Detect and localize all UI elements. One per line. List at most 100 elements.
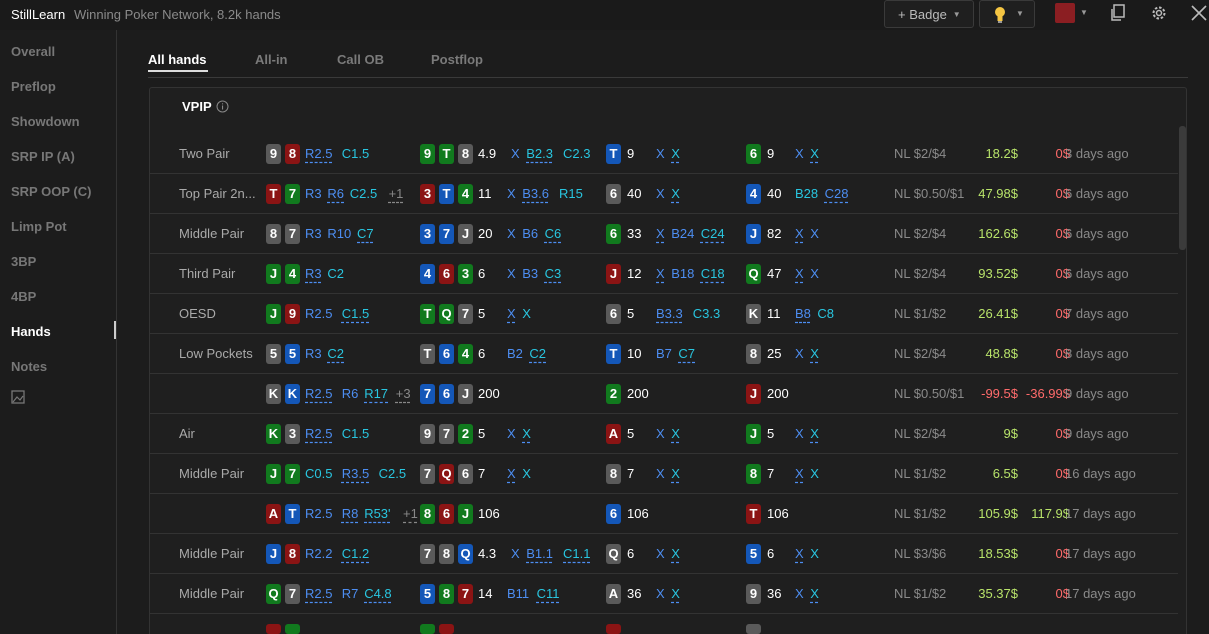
action-label[interactable]: R2.2 bbox=[305, 546, 332, 561]
action-label[interactable]: C18 bbox=[701, 266, 725, 281]
action-label[interactable]: X bbox=[511, 146, 520, 161]
action-label[interactable]: X bbox=[656, 186, 665, 201]
action-label[interactable]: B8 bbox=[795, 306, 811, 321]
action-label[interactable]: R2.5 bbox=[305, 586, 332, 601]
hand-row[interactable]: A T R2.5 R8 R53' +1 8 6 J 106 6 106 T 106 NL $1/$2 105.… bbox=[150, 494, 1178, 534]
action-label[interactable]: X bbox=[656, 426, 665, 441]
action-label[interactable]: X bbox=[671, 146, 680, 161]
action-label[interactable]: R7 bbox=[342, 586, 359, 601]
action-label[interactable]: C28 bbox=[825, 186, 849, 201]
tab-all-hands[interactable]: All hands bbox=[148, 52, 207, 67]
action-label[interactable]: X bbox=[507, 266, 516, 281]
hint-menu-button[interactable]: ▼ bbox=[979, 0, 1035, 28]
hand-row[interactable]: OESD J 9 R2.5 C1.5 T Q 7 5 X X 6 5 B3.3 C3.3 K 11 B8 C8 NL … bbox=[150, 294, 1178, 334]
action-label[interactable]: C2.3 bbox=[563, 146, 590, 161]
action-label[interactable]: X bbox=[795, 346, 804, 361]
action-label[interactable]: X bbox=[522, 306, 531, 321]
action-label[interactable]: X bbox=[795, 266, 804, 281]
action-label[interactable]: B2.3 bbox=[526, 146, 553, 161]
action-label[interactable]: R3 bbox=[305, 226, 322, 241]
sidebar-item-4bp[interactable]: 4BP bbox=[11, 289, 36, 304]
sidebar-item-limp-pot[interactable]: Limp Pot bbox=[11, 219, 67, 234]
more-actions-badge[interactable]: +1 bbox=[403, 506, 418, 521]
action-label[interactable]: R2.5 bbox=[305, 386, 332, 401]
sidebar-item-srp-oop[interactable]: SRP OOP (C) bbox=[11, 184, 91, 199]
image-icon[interactable] bbox=[11, 390, 25, 404]
action-label[interactable]: R3 bbox=[305, 346, 322, 361]
action-label[interactable]: X bbox=[656, 266, 665, 281]
action-label[interactable]: X bbox=[656, 146, 665, 161]
action-label[interactable]: X bbox=[656, 466, 665, 481]
add-badge-button[interactable]: + Badge ▼ bbox=[884, 0, 974, 28]
action-label[interactable]: R6 bbox=[327, 186, 344, 201]
action-label[interactable]: X bbox=[795, 426, 804, 441]
hand-row[interactable]: Third Pair J 4 R3 C2 4 6 3 6 X B3 C3 J 12 X B18 C18 Q 47 X X… bbox=[150, 254, 1178, 294]
action-label[interactable]: R2.5 bbox=[305, 146, 332, 161]
sidebar-item-preflop[interactable]: Preflop bbox=[11, 79, 56, 94]
action-label[interactable]: X bbox=[810, 426, 819, 441]
hand-row[interactable]: Top Pair 2n... T 7 R3 R6 C2.5 +1 3 T 4 11 X B3.6 R15 6… bbox=[150, 174, 1178, 214]
sidebar-item-3bp[interactable]: 3BP bbox=[11, 254, 36, 269]
sidebar-item-notes[interactable]: Notes bbox=[11, 359, 47, 374]
action-label[interactable]: R2.5 bbox=[305, 506, 332, 521]
action-label[interactable]: R10 bbox=[327, 226, 351, 241]
sidebar-item-hands[interactable]: Hands bbox=[11, 324, 51, 339]
action-label[interactable]: R2.5 bbox=[305, 306, 332, 321]
action-label[interactable]: C4.8 bbox=[364, 586, 391, 601]
action-label[interactable]: X bbox=[507, 426, 516, 441]
action-label[interactable]: X bbox=[810, 466, 819, 481]
sidebar-item-srp-ip[interactable]: SRP IP (A) bbox=[11, 149, 75, 164]
hand-row[interactable]: Air K 3 R2.5 C1.5 9 7 2 5 X X A 5 X X J 5 X X NL $2/$4 9$ 0$ 9… bbox=[150, 414, 1178, 454]
action-label[interactable]: X bbox=[810, 266, 819, 281]
action-label[interactable]: B2 bbox=[507, 346, 523, 361]
action-label[interactable]: C3.3 bbox=[693, 306, 720, 321]
action-label[interactable]: X bbox=[507, 466, 516, 481]
action-label[interactable]: C1.5 bbox=[342, 146, 369, 161]
action-label[interactable]: C2 bbox=[529, 346, 546, 361]
action-label[interactable]: C0.5 bbox=[305, 466, 332, 481]
action-label[interactable]: X bbox=[810, 146, 819, 161]
sidebar-item-overall[interactable]: Overall bbox=[11, 44, 55, 59]
action-label[interactable]: B6 bbox=[522, 226, 538, 241]
action-label[interactable]: C2 bbox=[327, 266, 344, 281]
action-label[interactable]: C7 bbox=[357, 226, 374, 241]
close-icon[interactable] bbox=[1190, 4, 1208, 22]
gear-icon[interactable] bbox=[1150, 4, 1168, 22]
info-icon[interactable] bbox=[216, 100, 229, 113]
action-label[interactable]: X bbox=[522, 466, 531, 481]
action-label[interactable]: X bbox=[671, 466, 680, 481]
action-label[interactable]: X bbox=[671, 546, 680, 561]
more-actions-badge[interactable]: +1 bbox=[389, 186, 404, 201]
action-label[interactable]: X bbox=[511, 546, 520, 561]
action-label[interactable]: X bbox=[656, 586, 665, 601]
hand-row[interactable]: Low Pockets 5 5 R3 C2 T 6 4 6 B2 C2 T 10 B7 C7 8 25 X X NL … bbox=[150, 334, 1178, 374]
action-label[interactable]: X bbox=[507, 306, 516, 321]
hand-row[interactable]: K K R2.5 R6 R17 +3 7 6 J 200 2 200 J 200 NL $0.50/$1 -9… bbox=[150, 374, 1178, 414]
tab-postflop[interactable]: Postflop bbox=[431, 52, 483, 67]
action-label[interactable]: C11 bbox=[537, 586, 560, 601]
action-label[interactable]: X bbox=[795, 546, 804, 561]
action-label[interactable]: B3.3 bbox=[656, 306, 683, 321]
hand-row[interactable]: Middle Pair Q 7 R2.5 R7 C4.8 5 8 7 14 B11 C11 A 36 X X 9… bbox=[150, 574, 1178, 614]
action-label[interactable]: R2.5 bbox=[305, 426, 332, 441]
action-label[interactable]: C1.5 bbox=[342, 306, 369, 321]
action-label[interactable]: B18 bbox=[671, 266, 694, 281]
action-label[interactable]: C6 bbox=[545, 226, 562, 241]
action-label[interactable]: R53' bbox=[364, 506, 390, 521]
action-label[interactable]: C7 bbox=[678, 346, 695, 361]
action-label[interactable]: C1.5 bbox=[342, 426, 369, 441]
action-label[interactable]: X bbox=[656, 226, 665, 241]
action-label[interactable]: X bbox=[810, 226, 819, 241]
action-label[interactable]: R3 bbox=[305, 266, 322, 281]
action-label[interactable]: B1.1 bbox=[526, 546, 553, 561]
action-label[interactable]: C1.1 bbox=[563, 546, 590, 561]
tab-all-in[interactable]: All-in bbox=[255, 52, 288, 67]
action-label[interactable]: C3 bbox=[545, 266, 562, 281]
action-label[interactable]: X bbox=[795, 146, 804, 161]
hand-row[interactable]: Two Pair 9 8 R2.5 C1.5 9 T 8 4.9 X B2.3 C2.3 T 9 X X 6 9 X… bbox=[150, 134, 1178, 174]
action-label[interactable]: C24 bbox=[701, 226, 725, 241]
copy-icon[interactable] bbox=[1109, 4, 1127, 22]
action-label[interactable]: R3 bbox=[305, 186, 322, 201]
action-label[interactable]: X bbox=[507, 226, 516, 241]
action-label[interactable]: R3.5 bbox=[342, 466, 369, 481]
